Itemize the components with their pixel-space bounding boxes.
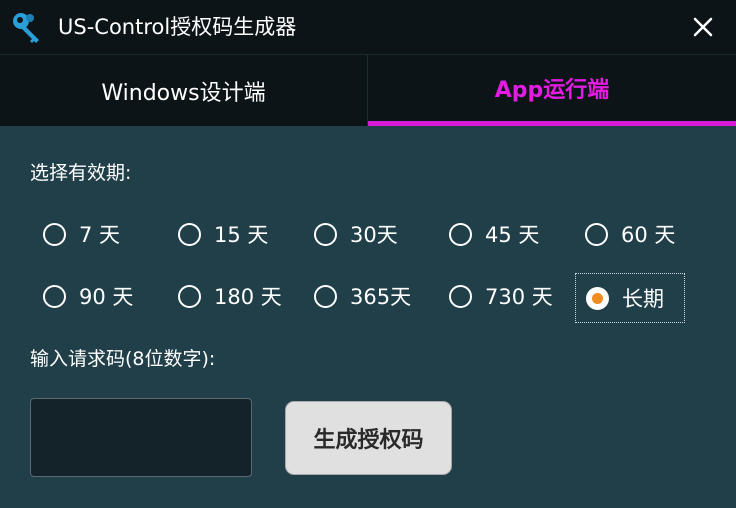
window-title: US-Control授权码生成器 [58,15,297,39]
key-icon [13,13,39,43]
tab-app-runtime[interactable]: App运行端 [368,55,736,126]
radio-label: 15 天 [214,223,269,247]
radio-label: 60 天 [621,223,676,247]
radio-label: 长期 [622,287,664,311]
radio-circle [43,222,66,246]
radio-label: 90 天 [79,285,134,309]
radio-45-days[interactable]: 45 天 [449,213,539,255]
radio-circle [178,222,201,246]
generate-code-button[interactable]: 生成授权码 [285,401,452,475]
radio-circle [314,284,337,308]
radio-circle [586,286,609,310]
validity-label: 选择有效期: [30,162,132,184]
radio-365-days[interactable]: 365天 [314,275,411,317]
radio-circle [43,284,66,308]
radio-circle [449,222,472,246]
button-label: 生成授权码 [313,428,424,453]
radio-90-days[interactable]: 90 天 [43,275,133,317]
radio-circle [449,284,472,308]
title-bar: US-Control授权码生成器 [0,0,736,55]
radio-label: 180 天 [214,285,282,309]
request-code-label: 输入请求码(8位数字): [30,348,216,370]
radio-7-days[interactable]: 7 天 [43,213,120,255]
radio-label: 730 天 [485,285,553,309]
radio-circle [178,284,201,308]
tab-label: Windows设计端 [101,80,266,106]
radio-circle [585,222,608,246]
radio-permanent[interactable]: 长期 [575,273,685,323]
request-code-input[interactable] [30,398,252,477]
close-icon [693,17,713,37]
radio-label: 45 天 [485,223,540,247]
radio-180-days[interactable]: 180 天 [178,275,282,317]
radio-60-days[interactable]: 60 天 [585,213,675,255]
radio-30-days[interactable]: 30天 [314,213,398,255]
radio-label: 7 天 [79,223,121,247]
close-button[interactable] [686,10,720,44]
radio-label: 30天 [350,223,398,247]
tab-label: App运行端 [494,78,610,103]
radio-label: 365天 [350,285,412,309]
radio-730-days[interactable]: 730 天 [449,275,553,317]
tab-bar: Windows设计端 App运行端 [0,55,736,126]
tab-windows-designer[interactable]: Windows设计端 [0,55,368,126]
radio-circle [314,222,337,246]
radio-15-days[interactable]: 15 天 [178,213,268,255]
